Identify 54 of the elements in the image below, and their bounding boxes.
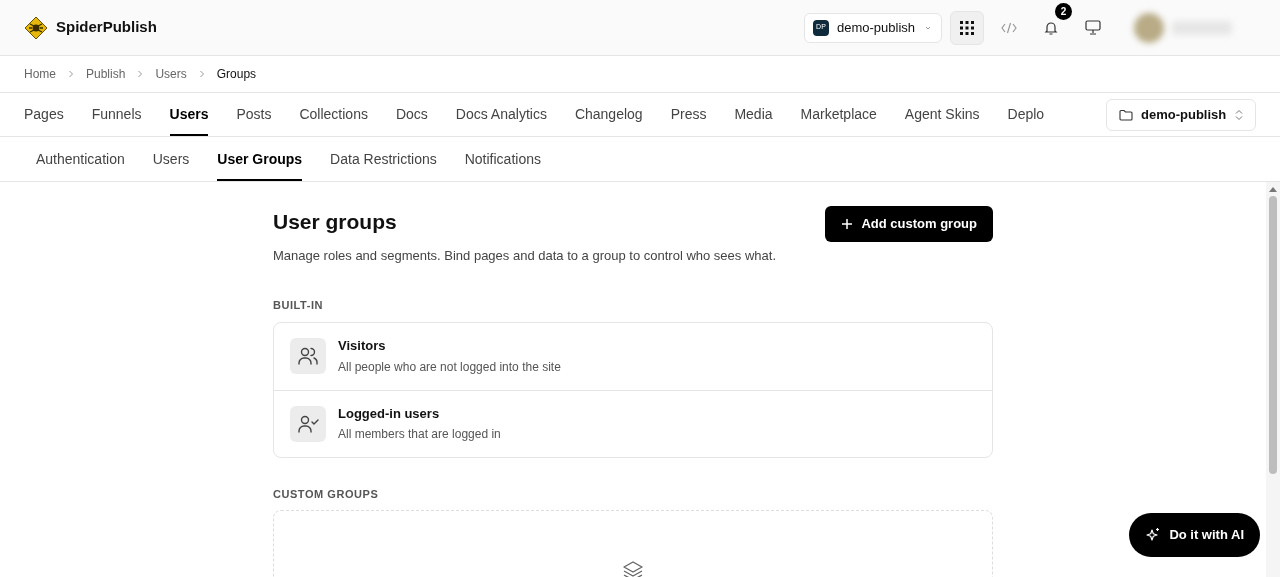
tab[interactable]: Docs: [395, 93, 428, 136]
tab[interactable]: Users: [169, 93, 209, 136]
layers-icon: [621, 559, 645, 577]
tab[interactable]: Marketplace: [800, 93, 877, 136]
users-icon: [297, 345, 319, 367]
breadcrumb-link[interactable]: Home: [24, 65, 56, 83]
tab[interactable]: User Groups: [217, 137, 303, 181]
breadcrumb-link[interactable]: Users: [155, 65, 187, 83]
tab[interactable]: Data Restrictions: [330, 137, 437, 181]
scrollbar[interactable]: [1266, 182, 1280, 577]
group-description: All members that are logged in: [338, 426, 501, 444]
tab[interactable]: Pages: [24, 93, 64, 136]
tab[interactable]: Collections: [299, 93, 368, 136]
scroll-up-icon: [1269, 186, 1277, 192]
group-name: Visitors: [338, 337, 387, 356]
user-avatar[interactable]: [1134, 12, 1164, 43]
tab[interactable]: Funnels: [91, 93, 142, 136]
plus-icon: [841, 218, 854, 230]
tab[interactable]: Notifications: [464, 137, 541, 181]
tab[interactable]: Docs Analytics: [455, 93, 547, 136]
tab[interactable]: Media: [734, 93, 773, 136]
page-description: Manage roles and segments. Bind pages and data to a group to control who sees what.: [273, 246, 776, 265]
code-icon: [1001, 21, 1017, 34]
section-heading: BUILT-IN: [273, 298, 325, 313]
tab[interactable]: Authentication: [36, 137, 125, 181]
spider-logo-icon: [24, 15, 48, 40]
tab[interactable]: Users: [152, 137, 190, 181]
chevron-updown-icon: [1235, 108, 1243, 121]
tab[interactable]: Press: [670, 93, 707, 136]
do-it-with-ai-button[interactable]: Do it with AI: [1129, 513, 1260, 557]
sparkle-icon: [1145, 527, 1162, 543]
bell-icon: [1043, 19, 1059, 36]
apps-grid-button[interactable]: [950, 10, 984, 45]
tab[interactable]: Deplo: [1007, 93, 1045, 136]
chevron-right-icon: [137, 70, 144, 78]
project-select[interactable]: demo-publish: [1106, 98, 1256, 131]
section-heading: CUSTOM GROUPS: [273, 486, 380, 502]
add-custom-group-button[interactable]: Add custom group: [825, 206, 993, 242]
scrollbar-thumb[interactable]: [1269, 196, 1277, 474]
chevron-right-icon: [198, 70, 205, 78]
breadcrumb-link[interactable]: Publish: [86, 65, 126, 83]
folder-icon: [1119, 108, 1133, 121]
app-name: SpiderPublish: [56, 17, 157, 38]
chevron-right-icon: [68, 70, 74, 78]
notification-count: 2: [1055, 2, 1072, 20]
grid-icon: [960, 20, 974, 35]
group-description: All people who are not logged into the site: [338, 358, 561, 376]
group-name: Logged-in users: [338, 404, 441, 423]
page-title: User groups: [273, 209, 398, 235]
breadcrumb-current: Groups: [216, 66, 257, 83]
tab[interactable]: Agent Skins: [904, 93, 980, 136]
tab[interactable]: Changelog: [574, 93, 643, 136]
monitor-icon: [1085, 20, 1101, 35]
tab[interactable]: Posts: [236, 93, 272, 136]
